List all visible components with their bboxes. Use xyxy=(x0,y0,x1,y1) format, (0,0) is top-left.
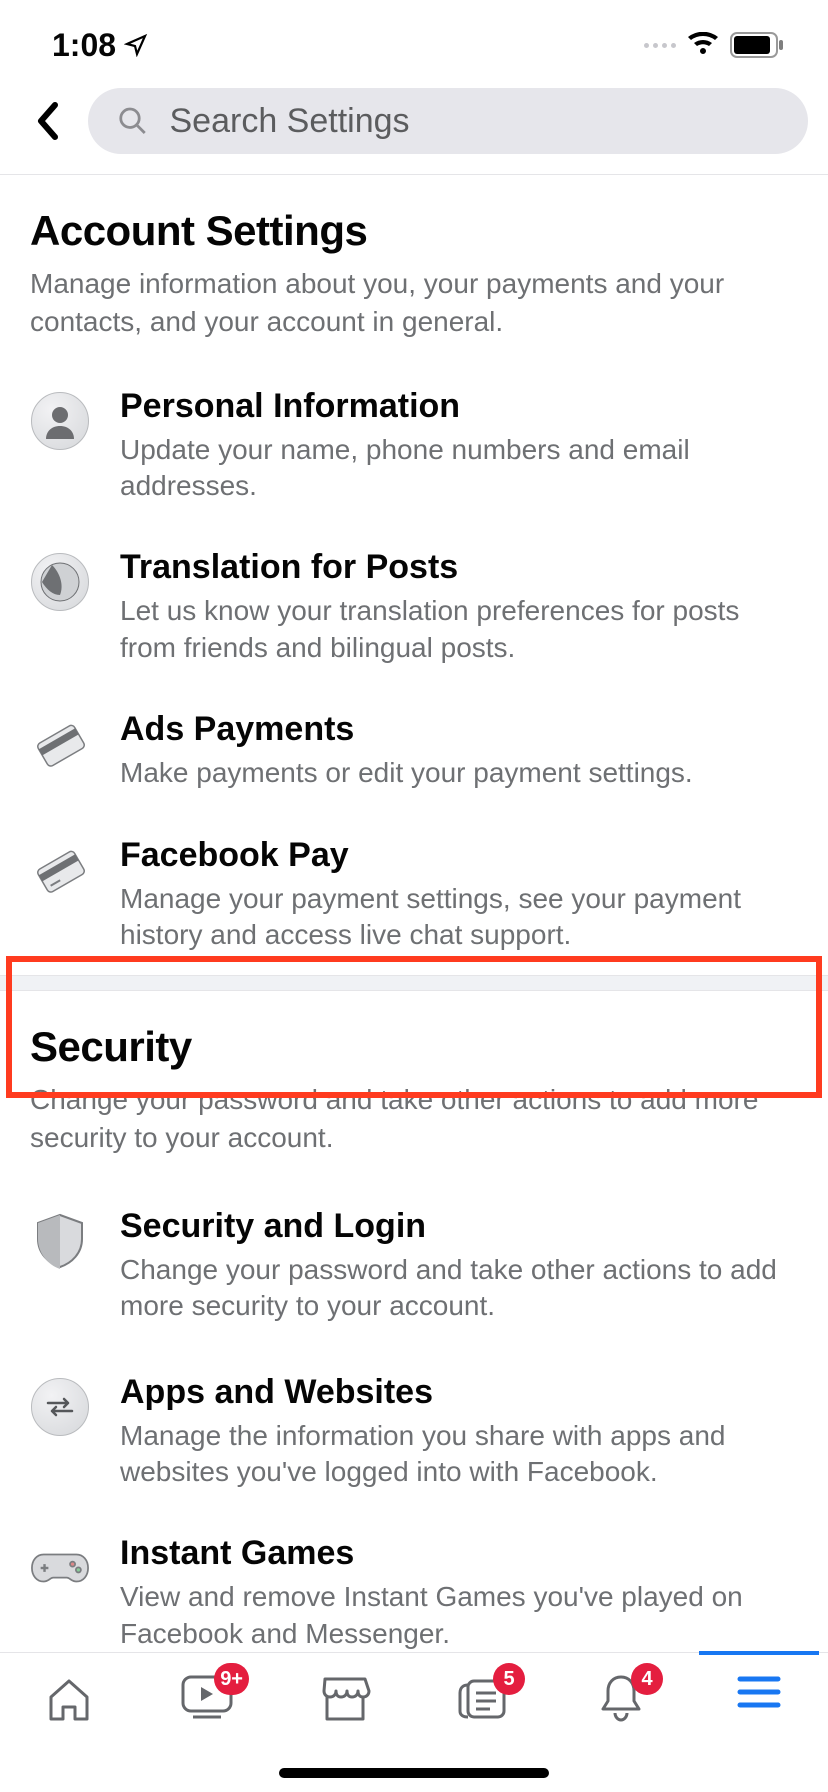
home-indicator xyxy=(279,1768,549,1778)
search-icon xyxy=(118,105,148,137)
store-icon xyxy=(319,1673,371,1723)
item-title: Apps and Websites xyxy=(120,1373,798,1412)
wifi-icon xyxy=(686,32,720,58)
nav-notifications[interactable]: 4 xyxy=(571,1673,671,1725)
card-icon xyxy=(30,714,90,774)
back-button[interactable] xyxy=(28,101,68,141)
account-items: Personal Information Update your name, p… xyxy=(0,365,828,976)
section-account-settings: Account Settings Manage information abou… xyxy=(0,175,828,365)
item-title: Instant Games xyxy=(120,1534,798,1573)
location-icon xyxy=(124,33,148,57)
battery-icon xyxy=(730,32,784,58)
item-title: Personal Information xyxy=(120,387,798,426)
shield-icon xyxy=(30,1211,90,1271)
status-time: 1:08 xyxy=(52,27,148,64)
item-body: Translation for Posts Let us know your t… xyxy=(120,548,798,666)
notif-badge: 4 xyxy=(631,1663,663,1695)
nav-news[interactable]: 5 xyxy=(433,1673,533,1721)
status-right xyxy=(644,32,784,58)
chevron-left-icon xyxy=(35,101,61,141)
item-desc: Change your password and take other acti… xyxy=(120,1252,798,1325)
item-desc: Let us know your translation preferences… xyxy=(120,593,798,666)
globe-icon xyxy=(30,552,90,612)
item-desc: Update your name, phone numbers and emai… xyxy=(120,432,798,505)
search-bar[interactable] xyxy=(88,88,808,154)
item-title: Ads Payments xyxy=(120,710,798,749)
time-text: 1:08 xyxy=(52,27,116,64)
item-desc: View and remove Instant Games you've pla… xyxy=(120,1579,798,1652)
section-desc: Change your password and take other acti… xyxy=(30,1081,798,1157)
item-apps-websites[interactable]: Apps and Websites Manage the information… xyxy=(30,1351,798,1513)
active-tab-indicator xyxy=(699,1651,819,1655)
item-body: Security and Login Change your password … xyxy=(120,1207,798,1325)
item-title: Translation for Posts xyxy=(120,548,798,587)
section-security: Security Change your password and take o… xyxy=(0,991,828,1181)
cellular-dots-icon xyxy=(644,43,676,48)
card-icon xyxy=(30,840,90,900)
section-divider xyxy=(0,975,828,991)
section-title: Security xyxy=(30,1023,798,1071)
item-desc: Manage the information you share with ap… xyxy=(120,1418,798,1491)
item-body: Apps and Websites Manage the information… xyxy=(120,1373,798,1491)
menu-icon xyxy=(736,1673,782,1711)
home-icon xyxy=(43,1673,95,1725)
item-body: Instant Games View and remove Instant Ga… xyxy=(120,1534,798,1652)
item-title: Facebook Pay xyxy=(120,836,798,875)
watch-badge: 9+ xyxy=(214,1663,249,1695)
item-title: Security and Login xyxy=(120,1207,798,1246)
item-body: Facebook Pay Manage your payment setting… xyxy=(120,836,798,954)
header xyxy=(0,80,828,174)
item-ads-payments[interactable]: Ads Payments Make payments or edit your … xyxy=(30,688,798,813)
item-security-login[interactable]: Security and Login Change your password … xyxy=(30,1181,798,1351)
section-title: Account Settings xyxy=(30,207,798,255)
nav-menu[interactable] xyxy=(709,1673,809,1711)
nav-watch[interactable]: 9+ xyxy=(157,1673,257,1719)
swap-icon xyxy=(30,1377,90,1437)
item-translation[interactable]: Translation for Posts Let us know your t… xyxy=(30,526,798,688)
item-body: Personal Information Update your name, p… xyxy=(120,387,798,505)
nav-marketplace[interactable] xyxy=(295,1673,395,1723)
search-input[interactable] xyxy=(170,102,779,141)
gamepad-icon xyxy=(30,1538,90,1598)
item-desc: Manage your payment settings, see your p… xyxy=(120,881,798,954)
news-badge: 5 xyxy=(493,1663,525,1695)
item-instant-games[interactable]: Instant Games View and remove Instant Ga… xyxy=(30,1512,798,1674)
item-facebook-pay[interactable]: Facebook Pay Manage your payment setting… xyxy=(30,814,798,976)
status-bar: 1:08 xyxy=(0,0,828,80)
item-personal-info[interactable]: Personal Information Update your name, p… xyxy=(30,365,798,527)
item-desc: Make payments or edit your payment setti… xyxy=(120,755,798,791)
section-desc: Manage information about you, your payme… xyxy=(30,265,798,341)
nav-home[interactable] xyxy=(19,1673,119,1725)
person-icon xyxy=(30,391,90,451)
item-body: Ads Payments Make payments or edit your … xyxy=(120,710,798,791)
